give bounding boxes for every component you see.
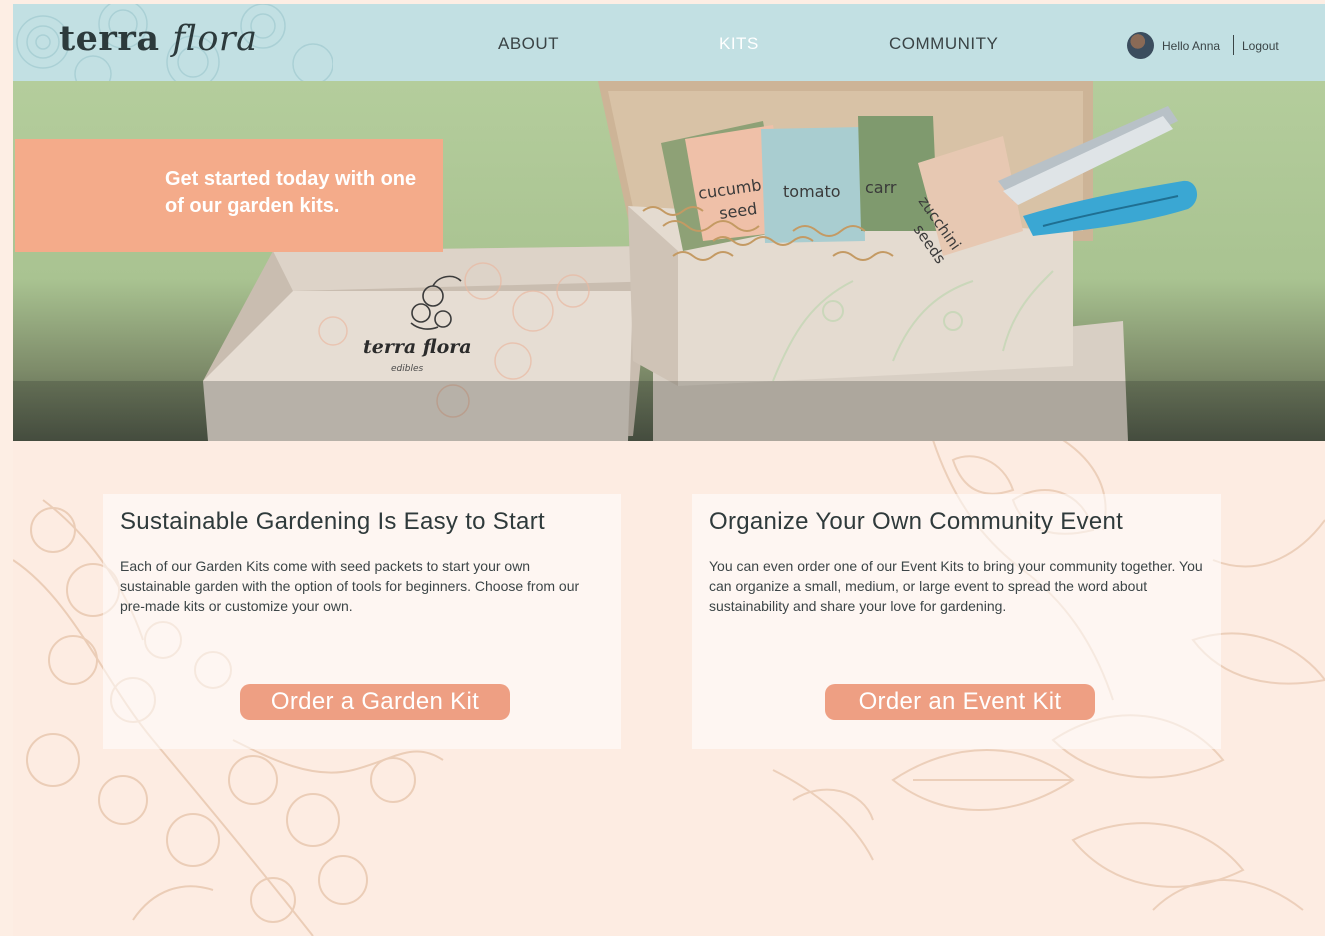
garden-kit-card: Sustainable Gardening Is Easy to Start E… — [103, 494, 621, 749]
page: terra flora ABOUT KITS COMMUNITY Hello A… — [13, 4, 1325, 936]
order-event-kit-button[interactable]: Order an Event Kit — [825, 684, 1095, 720]
event-kit-card-description: You can even order one of our Event Kits… — [709, 558, 1203, 614]
hero-callout-banner: Get started today with one of our garden… — [15, 139, 443, 252]
top-navigation-bar: terra flora ABOUT KITS COMMUNITY Hello A… — [13, 4, 1325, 81]
box-sub-label: edibles — [391, 364, 424, 374]
box-brand-label: terra flora — [363, 336, 472, 358]
brand-logo-word-terra: terra — [59, 18, 160, 59]
nav-about[interactable]: ABOUT — [498, 34, 559, 54]
garden-kit-card-title: Sustainable Gardening Is Easy to Start — [120, 508, 545, 535]
svg-text:tomato: tomato — [783, 182, 841, 201]
event-kit-card-title: Organize Your Own Community Event — [709, 508, 1124, 535]
user-greeting: Hello Anna — [1162, 39, 1221, 53]
event-kit-card: Organize Your Own Community Event You ca… — [692, 494, 1221, 749]
hero-banner-image: terra flora edibles cucumb seed tomato c… — [13, 81, 1325, 441]
user-avatar[interactable] — [1127, 32, 1154, 59]
user-divider — [1233, 35, 1234, 55]
logout-link[interactable]: Logout — [1242, 39, 1279, 53]
nav-community[interactable]: COMMUNITY — [889, 34, 998, 54]
nav-kits[interactable]: KITS — [719, 34, 759, 54]
brand-logo[interactable]: terra flora — [59, 18, 258, 59]
order-garden-kit-button[interactable]: Order a Garden Kit — [240, 684, 510, 720]
hero-headline: Get started today with one of our garden… — [165, 168, 417, 217]
garden-kit-card-description: Each of our Garden Kits come with seed p… — [120, 558, 580, 614]
brand-logo-word-flora: flora — [172, 19, 258, 59]
svg-text:carr: carr — [865, 178, 897, 197]
garden-kit-illustration: terra flora edibles cucumb seed tomato c… — [13, 81, 1325, 441]
